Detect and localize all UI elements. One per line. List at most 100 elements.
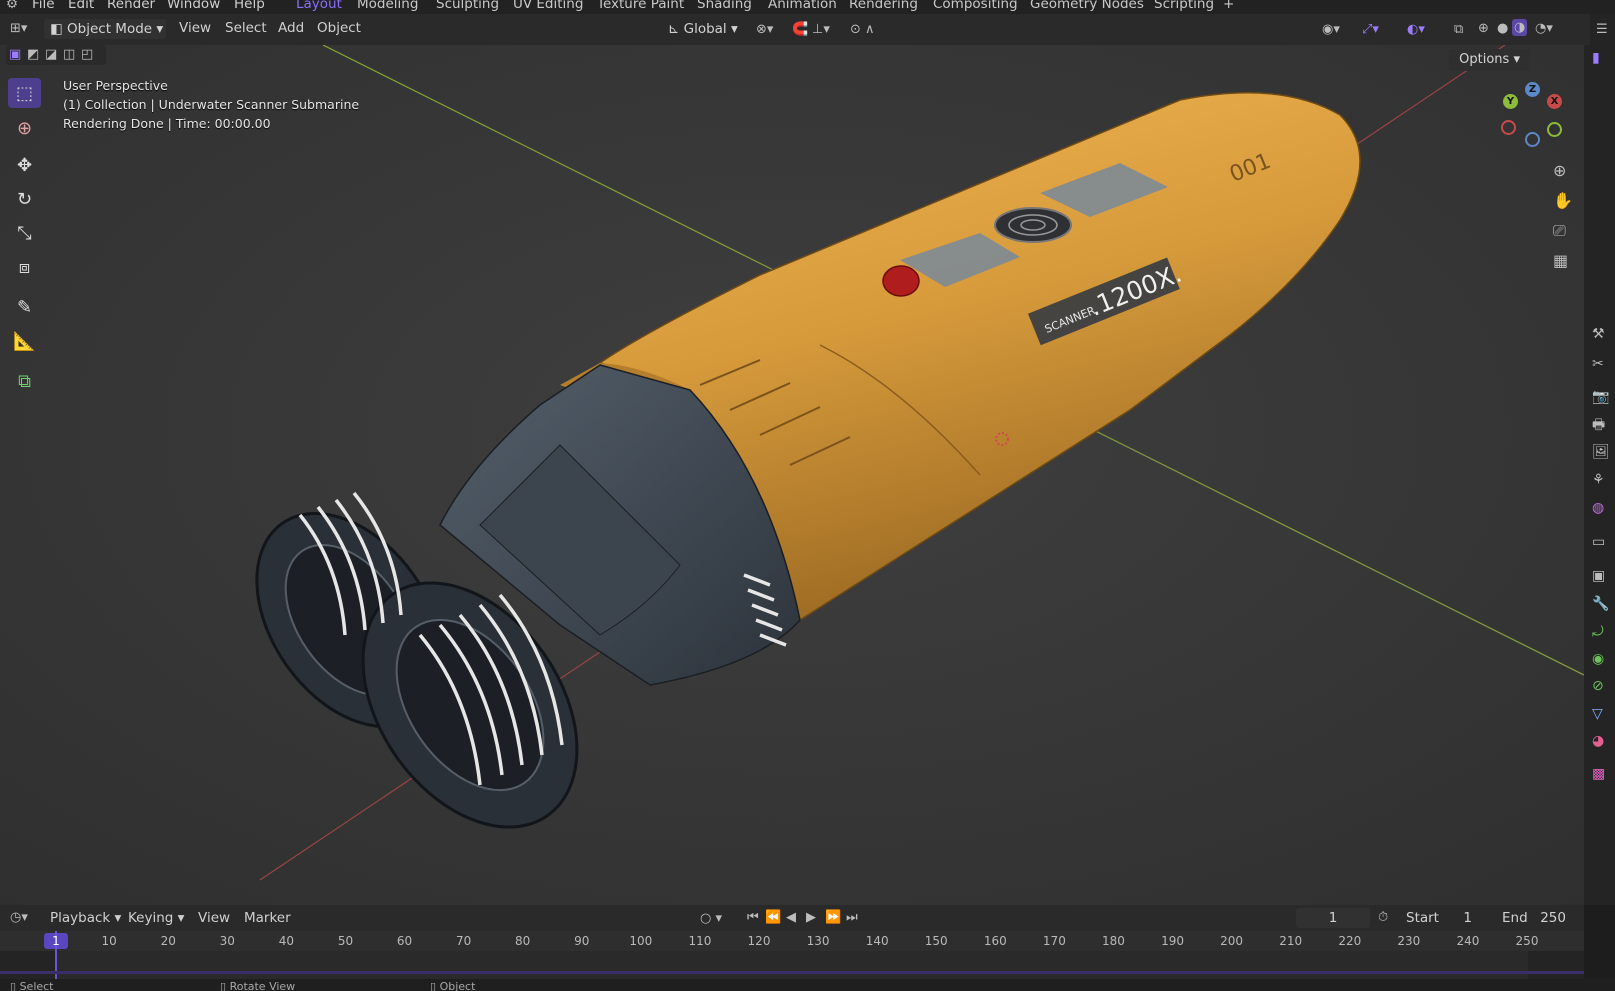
snap-icon[interactable]: 🧲 bbox=[792, 23, 808, 36]
end-frame-field[interactable]: End 250 bbox=[1496, 908, 1574, 928]
menu-window[interactable]: Window bbox=[167, 0, 220, 12]
menu-add[interactable]: Add bbox=[278, 20, 304, 36]
gizmo-y-axis[interactable]: Y bbox=[1503, 94, 1518, 109]
measure-tool-icon[interactable]: 📐 bbox=[8, 326, 41, 356]
zoom-icon[interactable]: ⊕ bbox=[1553, 163, 1566, 179]
select-new-icon[interactable]: ▣ bbox=[9, 48, 21, 61]
workspace-tab-texture-paint[interactable]: Texture Paint bbox=[597, 0, 684, 12]
workspace-tab-geometry-nodes[interactable]: Geometry Nodes bbox=[1030, 0, 1144, 12]
outliner-icon[interactable]: ☰ bbox=[1596, 23, 1608, 36]
jump-start-icon[interactable]: ⏮ bbox=[747, 911, 759, 924]
jump-end-icon[interactable]: ⏭ bbox=[846, 911, 858, 924]
gizmo-toggle-icon[interactable]: ⤢▾ bbox=[1362, 23, 1379, 36]
collection-properties-icon[interactable]: ▭ bbox=[1592, 535, 1605, 549]
auto-keying-icon[interactable]: ○ ▾ bbox=[700, 912, 722, 925]
snap-target-icon[interactable]: ⊥▾ bbox=[812, 23, 830, 36]
workspace-tab-animation[interactable]: Animation bbox=[768, 0, 837, 12]
shading-wireframe-icon[interactable]: ⊕ bbox=[1478, 22, 1489, 35]
timeline-track[interactable] bbox=[0, 931, 1584, 979]
timeline-menu-view[interactable]: View bbox=[198, 910, 230, 926]
visibility-icon[interactable]: ◉▾ bbox=[1322, 23, 1340, 36]
menu-file[interactable]: File bbox=[32, 0, 55, 12]
timeline-menu-playback[interactable]: Playback ▾ bbox=[50, 910, 121, 926]
cursor-tool-icon[interactable]: ⊕ bbox=[8, 113, 41, 143]
menu-edit[interactable]: Edit bbox=[68, 0, 94, 12]
view-layer-icon[interactable]: 🖼 bbox=[1592, 445, 1610, 459]
menu-render[interactable]: Render bbox=[107, 0, 155, 12]
panel-toggle-icon[interactable]: ▮ bbox=[1592, 51, 1600, 65]
perspective-grid-icon[interactable]: ▦ bbox=[1553, 253, 1568, 269]
mode-dropdown[interactable]: ◧ Object Mode ▾ bbox=[44, 19, 166, 39]
render-properties-icon[interactable]: 📷 bbox=[1592, 390, 1609, 404]
annotate-tool-icon[interactable]: ✎ bbox=[8, 292, 41, 322]
select-intersect-icon[interactable]: ◰ bbox=[81, 48, 93, 61]
workspace-tab-uv-editing[interactable]: UV Editing bbox=[513, 0, 583, 12]
menu-object[interactable]: Object bbox=[317, 20, 361, 36]
workspace-tab-sculpting[interactable]: Sculpting bbox=[436, 0, 499, 12]
select-box-tool-icon[interactable]: ⬚ bbox=[8, 78, 41, 108]
workspace-tab-modeling[interactable]: Modeling bbox=[357, 0, 418, 12]
menu-help[interactable]: Help bbox=[234, 0, 265, 12]
add-workspace-button[interactable]: + bbox=[1223, 0, 1234, 12]
3d-viewport[interactable]: SCANNER .1200X. 001 User Perspective (1)… bbox=[0, 45, 1584, 905]
shading-solid-icon[interactable]: ● bbox=[1497, 22, 1508, 35]
next-keyframe-icon[interactable]: ⏩ bbox=[825, 911, 841, 924]
pan-hand-icon[interactable]: ✋ bbox=[1553, 193, 1573, 209]
rotate-tool-icon[interactable]: ↻ bbox=[8, 184, 41, 214]
play-reverse-icon[interactable]: ◀ bbox=[786, 911, 796, 924]
add-cube-tool-icon[interactable]: ⧉ bbox=[8, 366, 41, 396]
workspace-tab-rendering[interactable]: Rendering bbox=[849, 0, 918, 12]
scale-tool-icon[interactable]: ⤡ bbox=[8, 218, 41, 248]
select-invert-icon[interactable]: ◫ bbox=[63, 48, 75, 61]
blender-logo-icon[interactable]: ⚙ bbox=[6, 0, 18, 12]
menu-view[interactable]: View bbox=[179, 20, 211, 36]
prev-keyframe-icon[interactable]: ⏪ bbox=[765, 911, 781, 924]
object-properties-icon[interactable]: ▣ bbox=[1592, 569, 1605, 583]
shading-material-icon[interactable]: ◑ bbox=[1512, 19, 1528, 36]
workspace-tab-layout[interactable]: Layout bbox=[296, 0, 342, 12]
timeline-ruler[interactable]: 1 10 20 30 40 50 60 70 80 90 100 110 120 130 140 150 160… bbox=[0, 931, 1584, 951]
options-dropdown[interactable]: Options ▾ bbox=[1449, 49, 1530, 71]
gizmo-neg-z[interactable] bbox=[1525, 132, 1540, 147]
menu-select[interactable]: Select bbox=[225, 20, 267, 36]
gizmo-z-axis[interactable]: Z bbox=[1525, 82, 1540, 97]
gizmo-neg-y[interactable] bbox=[1547, 122, 1562, 137]
stopwatch-icon[interactable]: ⏱ bbox=[1378, 911, 1388, 924]
output-properties-icon[interactable]: 🖶 bbox=[1592, 418, 1605, 432]
constraints-properties-icon[interactable]: ⊘ bbox=[1592, 679, 1604, 693]
camera-icon[interactable]: ⎚ bbox=[1553, 223, 1566, 239]
timeline-menu-keying[interactable]: Keying ▾ bbox=[128, 910, 184, 926]
transform-tool-icon[interactable]: ⧈ bbox=[8, 252, 41, 282]
workspace-tab-compositing[interactable]: Compositing bbox=[933, 0, 1018, 12]
workspace-tab-scripting[interactable]: Scripting bbox=[1154, 0, 1214, 12]
timeline-editor-icon[interactable]: ◷▾ bbox=[10, 911, 28, 924]
tool-tab-icon[interactable]: ✂ bbox=[1592, 357, 1604, 371]
play-icon[interactable]: ▶ bbox=[806, 911, 816, 924]
editor-type-icon[interactable]: ⊞▾ bbox=[10, 22, 27, 35]
pivot-point-icon[interactable]: ⊗▾ bbox=[756, 23, 773, 36]
shading-rendered-icon[interactable]: ◔▾ bbox=[1535, 22, 1553, 35]
physics-properties-icon[interactable]: ◉ bbox=[1592, 652, 1604, 666]
xray-icon[interactable]: ⧉ bbox=[1454, 23, 1463, 36]
modifier-properties-icon[interactable]: 🔧 bbox=[1592, 597, 1609, 611]
tool-settings-icon[interactable]: ⚒ bbox=[1592, 327, 1605, 341]
orientation-dropdown[interactable]: ⊾ Global ▾ bbox=[662, 19, 744, 39]
overlays-icon[interactable]: ◐▾ bbox=[1407, 23, 1425, 36]
move-tool-icon[interactable]: ✥ bbox=[8, 150, 41, 180]
navigation-gizmo[interactable]: Z Y X bbox=[1495, 80, 1565, 150]
material-properties-icon[interactable]: ◕ bbox=[1592, 734, 1604, 748]
timeline-menu-marker[interactable]: Marker bbox=[244, 910, 291, 926]
gizmo-neg-x[interactable] bbox=[1501, 120, 1516, 135]
world-properties-icon[interactable]: ◍ bbox=[1592, 501, 1604, 515]
select-extend-icon[interactable]: ◩ bbox=[27, 48, 39, 61]
timeline-scrollbar[interactable] bbox=[0, 971, 1584, 974]
proportional-edit-icon[interactable]: ⊙ ∧ bbox=[850, 23, 875, 36]
particles-properties-icon[interactable]: ⤾ bbox=[1592, 625, 1604, 639]
workspace-tab-shading[interactable]: Shading bbox=[697, 0, 752, 12]
scene-properties-icon[interactable]: ⚘ bbox=[1592, 473, 1605, 487]
start-frame-field[interactable]: Start 1 bbox=[1400, 908, 1480, 928]
data-properties-icon[interactable]: ▽ bbox=[1592, 707, 1603, 721]
current-frame-field[interactable]: 1 bbox=[1296, 908, 1370, 928]
texture-properties-icon[interactable]: ▩ bbox=[1592, 767, 1605, 781]
select-subtract-icon[interactable]: ◪ bbox=[45, 48, 57, 61]
